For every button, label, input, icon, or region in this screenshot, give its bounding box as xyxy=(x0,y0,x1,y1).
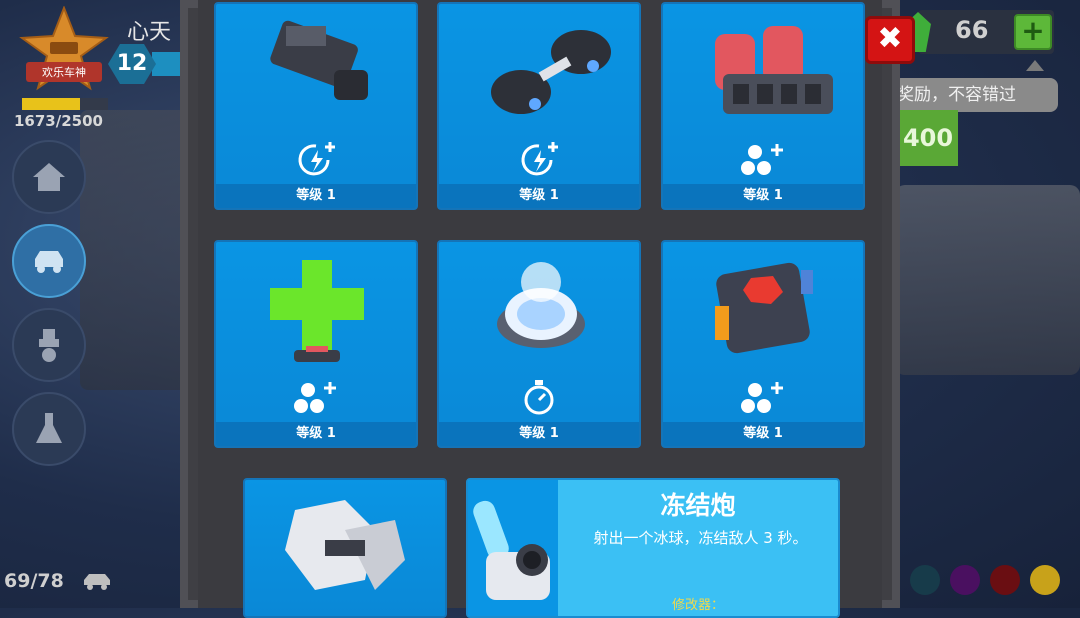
part-card[interactable] xyxy=(243,478,447,618)
card-level: 等级 1 xyxy=(216,184,416,208)
nav-car-button[interactable] xyxy=(12,224,86,298)
energy-plus-icon xyxy=(521,142,558,176)
home-icon xyxy=(33,163,65,191)
balls-plus-icon xyxy=(294,382,336,413)
reward-tooltip: 奖励，不容错过 xyxy=(893,78,1058,112)
color-swatch-teal[interactable] xyxy=(910,565,940,595)
color-swatch-red[interactable] xyxy=(990,565,1020,595)
car-count: 69/78 xyxy=(4,570,64,592)
shield-dome-icon xyxy=(497,262,585,348)
level-bar xyxy=(152,52,180,76)
add-gems-button[interactable]: + xyxy=(1014,14,1052,50)
player-name: 心天 xyxy=(127,20,172,45)
weapon-icon xyxy=(39,329,59,362)
freeze-cannon-icon xyxy=(473,500,550,600)
stopwatch-icon xyxy=(524,380,554,415)
detail-art xyxy=(468,480,558,616)
part-card[interactable]: 等级 1 xyxy=(661,2,865,210)
part-card[interactable]: 等级 1 xyxy=(437,240,641,448)
color-swatch-yellow[interactable] xyxy=(1030,565,1060,595)
balls-plus-icon xyxy=(741,144,783,175)
claw-part-icon xyxy=(285,500,405,590)
rank-label: 欢乐车神 xyxy=(26,62,102,82)
price-button[interactable]: 400 xyxy=(898,110,958,166)
xp-bar-fill xyxy=(22,98,80,110)
balls-plus-icon xyxy=(741,382,783,413)
red-core-icon xyxy=(715,262,813,354)
nav-home-button[interactable] xyxy=(12,140,86,214)
background-vehicle-left xyxy=(80,110,190,390)
card-level: 等级 1 xyxy=(439,422,639,446)
nav-lab-button[interactable] xyxy=(12,392,86,466)
detail-title: 冻结炮 xyxy=(660,491,736,520)
xp-bar xyxy=(22,98,108,110)
close-button[interactable]: ✖ xyxy=(865,16,915,64)
cannon-part-icon xyxy=(270,20,368,100)
twin-thruster-icon xyxy=(491,30,611,114)
green-cross-icon xyxy=(270,260,364,362)
selected-part-detail[interactable]: 冻结炮 射出一个冰球，冻结敌人 3 秒。 修改器： xyxy=(466,478,840,618)
gem-count: 66 xyxy=(955,16,989,44)
color-swatch-purple[interactable] xyxy=(950,565,980,595)
rocket-pod-icon xyxy=(715,26,833,114)
card-level: 等级 1 xyxy=(663,184,863,208)
detail-modifier-label: 修改器： xyxy=(671,598,724,613)
detail-description: 射出一个冰球，冻结敌人 3 秒。 xyxy=(593,529,808,547)
nav-weapon-button[interactable] xyxy=(12,308,86,382)
part-card[interactable]: 等级 1 xyxy=(437,2,641,210)
card-level: 等级 1 xyxy=(663,422,863,446)
xp-text: 1673/2500 xyxy=(14,112,103,130)
player-level: 12 xyxy=(108,44,156,84)
part-card[interactable]: 等级 1 xyxy=(214,2,418,210)
background-vehicle-right xyxy=(895,185,1080,375)
car-icon xyxy=(35,251,63,273)
part-card[interactable]: 等级 1 xyxy=(661,240,865,448)
energy-plus-icon xyxy=(298,142,335,176)
tooltip-arrow xyxy=(1026,60,1044,71)
car-count-icon xyxy=(84,574,110,590)
flask-icon xyxy=(36,413,62,443)
part-card[interactable]: 等级 1 xyxy=(214,240,418,448)
card-level: 等级 1 xyxy=(216,422,416,446)
card-level: 等级 1 xyxy=(439,184,639,208)
